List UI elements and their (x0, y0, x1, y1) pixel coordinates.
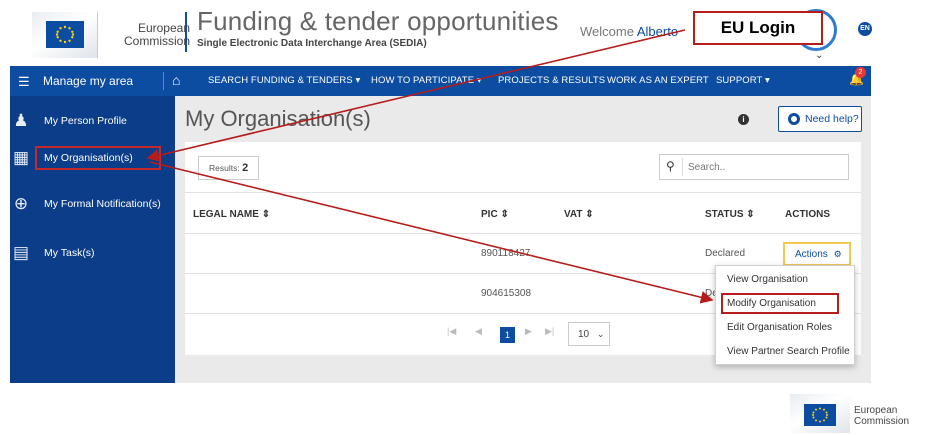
need-help-label: Need help? (805, 113, 859, 125)
logo-text-line2: Commission (123, 34, 190, 48)
footer-logo-line2: Commission (854, 416, 910, 427)
footer-logo-text: European Commission (854, 405, 909, 427)
tasks-icon: ▤ (12, 243, 30, 262)
menu-item-view-organisation[interactable]: View Organisation (716, 268, 856, 292)
cell-status: Declared (705, 248, 746, 259)
hamburger-menu-icon[interactable]: ☰ (18, 74, 30, 90)
sidebar-item-label: My Formal Notification(s) (44, 198, 161, 210)
prev-page-icon[interactable]: ◀ (475, 326, 482, 337)
column-legal-name[interactable]: LEGAL NAME ⇕ (193, 209, 270, 220)
actions-button[interactable]: Actions ⚙ (783, 242, 851, 266)
results-label: Results: (209, 163, 240, 173)
lifebuoy-icon (788, 113, 800, 125)
organisation-icon: ▦ (12, 148, 30, 167)
nav-how-to-participate[interactable]: HOW TO PARTICIPATE ▾ (371, 75, 482, 86)
search-input[interactable] (688, 158, 843, 176)
menu-item-edit-organisation-roles[interactable]: Edit Organisation Roles (716, 316, 856, 340)
menu-item-view-partner-search-profile[interactable]: View Partner Search Profile (716, 340, 856, 364)
sidebar-selection-highlight (35, 146, 161, 170)
nav-work-as-expert[interactable]: WORK AS AN EXPERT (607, 75, 709, 86)
table-header: LEGAL NAME ⇕ PIC ⇕ VAT ⇕ STATUS ⇕ ACTION… (185, 192, 861, 234)
cell-pic: 904615308 (481, 288, 532, 299)
page-size-select[interactable]: 10 ⌄ (568, 322, 610, 346)
results-number: 2 (242, 162, 249, 174)
site-subtitle: Single Electronic Data Interchange Area … (197, 38, 427, 49)
last-page-icon[interactable]: ▶| (545, 326, 554, 337)
current-page[interactable]: 1 (500, 327, 515, 343)
nav-search-funding[interactable]: SEARCH FUNDING & TENDERS ▾ (208, 75, 360, 86)
column-pic[interactable]: PIC ⇕ (481, 209, 509, 220)
sidebar-item-tasks[interactable]: ▤ My Task(s) (10, 238, 175, 268)
column-actions: ACTIONS (785, 209, 830, 220)
site-title[interactable]: Funding & tender opportunities (197, 6, 559, 37)
header-divider (185, 12, 187, 52)
search-box: ⚲ (659, 154, 849, 180)
nav-support-label: SUPPORT (716, 75, 763, 86)
eu-login-callout: EU Login (693, 11, 823, 45)
modify-organisation-highlight (721, 293, 839, 314)
person-profile-icon: ♟ (13, 111, 29, 130)
info-icon[interactable]: i (738, 114, 749, 125)
footer-logo-line1: European (854, 405, 898, 416)
column-vat[interactable]: VAT ⇕ (564, 209, 594, 220)
chevron-down-icon[interactable]: ⌄ (815, 50, 823, 61)
sidebar-item-formal-notifications[interactable]: ⊕ My Formal Notification(s) (10, 189, 175, 219)
home-icon[interactable]: ⌂ (172, 72, 180, 88)
page-title: My Organisation(s) (185, 106, 371, 131)
sidebar: ♟ My Person Profile ▦ My Organisation(s)… (10, 96, 183, 383)
welcome-prefix: Welcome (580, 24, 634, 39)
user-name[interactable]: Alberto (637, 24, 678, 39)
results-count: Results: 2 (198, 156, 260, 180)
search-divider (682, 158, 683, 176)
column-status[interactable]: STATUS ⇕ (705, 209, 755, 220)
actions-dropdown-menu: View Organisation Modify Organisation Ed… (715, 265, 855, 365)
first-page-icon[interactable]: |◀ (447, 326, 456, 337)
eu-flag-icon (804, 404, 836, 426)
nav-how-to-participate-label: HOW TO PARTICIPATE (371, 75, 475, 86)
sidebar-item-label: My Task(s) (44, 247, 95, 259)
welcome-text: Welcome Alberto (580, 24, 678, 39)
next-page-icon[interactable]: ▶ (525, 326, 532, 337)
nav-divider (163, 72, 164, 90)
language-selector[interactable]: EN (858, 22, 872, 36)
search-icon[interactable]: ⚲ (666, 159, 675, 173)
page-size-value: 10 (578, 329, 590, 340)
cell-pic: 890118427 (481, 248, 531, 259)
main-navbar: ☰ Manage my area ⌂ SEARCH FUNDING & TEND… (10, 66, 871, 96)
manage-my-area-link[interactable]: Manage my area (43, 74, 133, 88)
nav-projects-results[interactable]: PROJECTS & RESULTS (498, 75, 605, 86)
notification-badge: 2 (855, 67, 866, 78)
globe-notification-icon: ⊕ (13, 194, 29, 213)
sidebar-item-person-profile[interactable]: ♟ My Person Profile (10, 106, 175, 136)
actions-label: Actions (795, 249, 828, 260)
logo-text: European Commission (110, 22, 190, 48)
need-help-button[interactable]: Need help? (778, 106, 862, 132)
gears-icon: ⚙ (833, 249, 842, 259)
footer-european-commission-logo: European Commission (790, 392, 931, 435)
sidebar-item-label: My Person Profile (44, 115, 127, 127)
european-commission-logo[interactable]: European Commission (28, 8, 190, 58)
nav-support[interactable]: SUPPORT ▾ (716, 75, 770, 86)
site-header: European Commission Funding & tender opp… (10, 0, 872, 66)
screenshot-root: European Commission Funding & tender opp… (0, 0, 931, 435)
nav-search-funding-label: SEARCH FUNDING & TENDERS (208, 75, 353, 86)
chevron-down-icon: ⌄ (596, 329, 605, 339)
eu-flag-icon (46, 21, 84, 48)
